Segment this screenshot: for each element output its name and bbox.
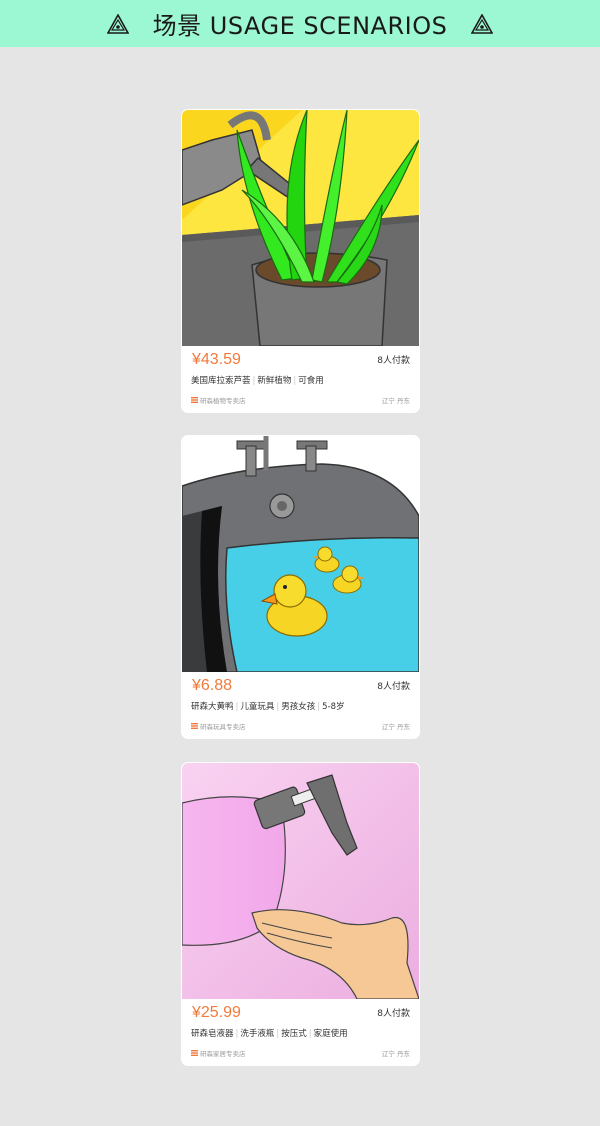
title-separator: | [293,376,297,386]
product-title[interactable]: 美国库拉索芦荟 | 新鲜植物 | 可食用 [191,374,411,386]
title-separator: | [235,702,239,712]
title-part: 可食用 [298,376,324,386]
pay-count: 8人付款 [377,1009,410,1019]
store-list-icon [191,1050,198,1056]
title-part: 家庭使用 [313,1029,348,1039]
soap-dispenser-hand-image[interactable] [182,763,419,999]
store-link[interactable]: 研森家居专卖店 [191,1048,246,1058]
pay-count: 8人付款 [377,356,410,366]
title-part: 男孩女孩 [281,702,316,712]
store-link[interactable]: 研森植物专卖店 [191,395,246,405]
pay-count: 8人付款 [377,682,410,692]
title-separator: | [317,702,321,712]
title-part: 洗手液瓶 [240,1029,275,1039]
title-separator: | [252,376,256,386]
store-list-icon [191,723,198,729]
header-bar: 场景 USAGE SCENARIOS [0,0,600,47]
store-link[interactable]: 研森玩具专卖店 [191,721,246,731]
title-part: 儿童玩具 [240,702,275,712]
location: 辽宁 丹东 [381,397,410,405]
location: 辽宁 丹东 [381,1050,410,1058]
store-list-icon [191,397,198,403]
title-part: 研森皂液器 [191,1029,234,1039]
store-name: 研森家居专卖店 [200,1050,246,1058]
page-title: 场景 USAGE SCENARIOS [152,12,448,40]
title-part: 美国库拉索芦荟 [191,376,251,386]
store-name: 研森植物专卖店 [200,397,246,405]
product-card-duck[interactable]: ¥6.88 8人付款 研森大黄鸭 | 儿童玩具 | 男孩女孩 | 5-8岁 研森玩具专卖店 … [181,435,420,739]
title-separator: | [235,1029,239,1039]
price: ¥6.88 [192,677,233,694]
price: ¥25.99 [192,1004,241,1021]
triangle-eye-icon [471,13,494,34]
title-part: 研森大黄鸭 [191,702,234,712]
location: 辽宁 丹东 [381,723,410,731]
title-separator: | [276,702,280,712]
title-part: 按压式 [281,1029,307,1039]
store-name: 研森玩具专卖店 [200,723,246,731]
product-title[interactable]: 研森皂液器 | 洗手液瓶 | 按压式 | 家庭使用 [191,1027,411,1039]
title-separator: | [276,1029,280,1039]
product-card-soap[interactable]: ¥25.99 8人付款 研森皂液器 | 洗手液瓶 | 按压式 | 家庭使用 研森家居专卖店 … [181,762,420,1066]
triangle-eye-icon [106,13,129,34]
aloe-plant-watering-image[interactable] [182,110,419,346]
title-separator: | [308,1029,312,1039]
product-title[interactable]: 研森大黄鸭 | 儿童玩具 | 男孩女孩 | 5-8岁 [191,700,411,712]
title-part: 新鲜植物 [257,376,292,386]
product-card-aloe[interactable]: ¥43.59 8人付款 美国库拉索芦荟 | 新鲜植物 | 可食用 研森植物专卖店 辽宁 … [181,109,420,413]
title-part: 5-8岁 [322,702,345,712]
rubber-ducks-bathtub-image[interactable] [182,436,419,672]
price: ¥43.59 [192,351,241,368]
